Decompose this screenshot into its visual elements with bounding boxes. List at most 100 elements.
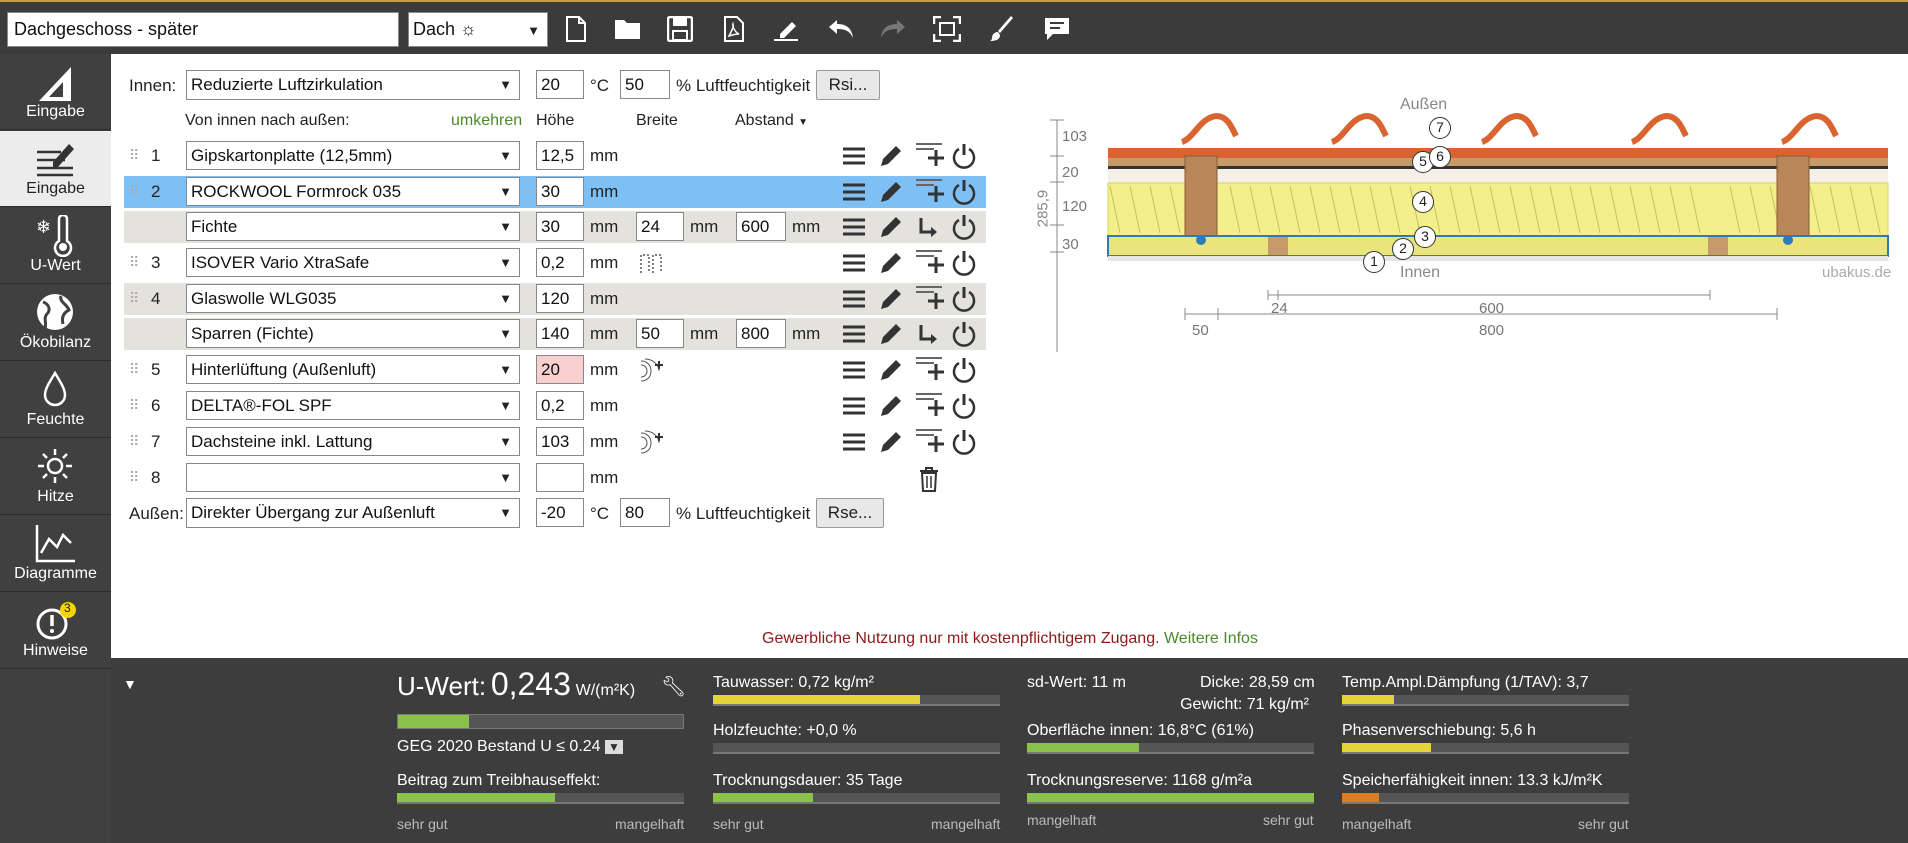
- project-title-input[interactable]: Dachgeschoss - später: [7, 12, 399, 47]
- add-layer-icon[interactable]: [914, 141, 944, 169]
- layer-height-input[interactable]: 20: [536, 355, 584, 384]
- inner-humidity-input[interactable]: 50: [620, 70, 670, 99]
- nav-item-u-wert[interactable]: ❄ U-Wert: [0, 208, 111, 284]
- reverse-link[interactable]: umkehren: [451, 112, 522, 130]
- edit-pencil-icon[interactable]: [878, 429, 902, 455]
- brush-icon[interactable]: [987, 14, 1017, 44]
- menu-icon[interactable]: [842, 287, 866, 311]
- more-info-link[interactable]: Weitere Infos: [1164, 630, 1258, 647]
- comment-icon[interactable]: [1042, 14, 1072, 44]
- wood-pattern-add-icon[interactable]: [639, 429, 667, 455]
- add-layer-icon[interactable]: [914, 177, 944, 205]
- add-layer-icon[interactable]: [914, 427, 944, 455]
- menu-icon[interactable]: [842, 180, 866, 204]
- layer-width-input[interactable]: 24: [636, 212, 684, 241]
- save-icon[interactable]: [665, 14, 695, 44]
- drag-handle-icon[interactable]: ⠿: [129, 361, 139, 378]
- power-icon[interactable]: [951, 250, 977, 276]
- menu-icon[interactable]: [842, 251, 866, 275]
- rse-button[interactable]: Rse...: [816, 498, 884, 528]
- drag-handle-icon[interactable]: ⠿: [129, 397, 139, 414]
- layer-material-select[interactable]: ROCKWOOL Formrock 035 ▼: [186, 177, 520, 206]
- nav-item-feuchte[interactable]: Feuchte: [0, 362, 111, 438]
- menu-icon[interactable]: [842, 215, 866, 239]
- layer-material-select[interactable]: ▼: [186, 463, 520, 492]
- drag-handle-icon[interactable]: ⠿: [129, 290, 139, 307]
- power-icon[interactable]: [951, 321, 977, 347]
- outer-conditions-select[interactable]: Direkter Übergang zur Außenluft ▼: [186, 498, 520, 528]
- drag-handle-icon[interactable]: ⠿: [129, 254, 139, 271]
- layer-row[interactable]: Sparren (Fichte) ▼ 140 mm 50 mm 800 mm: [124, 318, 986, 350]
- undo-icon[interactable]: [826, 14, 856, 44]
- power-icon[interactable]: [951, 429, 977, 455]
- inner-conditions-select[interactable]: Reduzierte Luftzirkulation ▼: [186, 70, 520, 100]
- layer-spacing-input[interactable]: 600: [736, 212, 786, 241]
- layer-row[interactable]: ⠿ 8 ▼ mm: [124, 462, 986, 494]
- layer-height-input[interactable]: 30: [536, 212, 584, 241]
- nav-item-oekobilanz[interactable]: Ökobilanz: [0, 285, 111, 361]
- layer-row[interactable]: ⠿ 3 ISOVER Vario XtraSafe ▼ 0,2 mm: [124, 247, 986, 279]
- power-icon[interactable]: [951, 214, 977, 240]
- outer-humidity-input[interactable]: 80: [620, 498, 670, 527]
- layer-height-input[interactable]: 12,5: [536, 141, 584, 170]
- layer-marker[interactable]: 1: [1363, 251, 1385, 273]
- add-layer-icon[interactable]: [914, 284, 944, 312]
- layer-height-input[interactable]: 120: [536, 284, 584, 313]
- pdf-icon[interactable]: [719, 14, 749, 44]
- edit-pencil-icon[interactable]: [878, 214, 902, 240]
- outer-temp-input[interactable]: -20: [536, 498, 584, 527]
- add-layer-icon[interactable]: [914, 355, 944, 383]
- rotate-icon[interactable]: [915, 321, 941, 347]
- menu-icon[interactable]: [842, 358, 866, 382]
- nav-item-hitze[interactable]: Hitze: [0, 439, 111, 515]
- layer-marker[interactable]: 2: [1392, 238, 1414, 260]
- geg-requirement[interactable]: GEG 2020 Bestand U ≤ 0.24 ▼: [397, 738, 623, 756]
- power-icon[interactable]: [951, 286, 977, 312]
- edit-pencil-icon[interactable]: [878, 179, 902, 205]
- edit-pencil-icon[interactable]: [878, 286, 902, 312]
- layer-marker[interactable]: 3: [1414, 226, 1436, 248]
- construction-type-select[interactable]: Dach ☼ ▼: [408, 12, 548, 47]
- redo-icon[interactable]: [878, 14, 908, 44]
- edit-pencil-icon[interactable]: [878, 321, 902, 347]
- menu-icon[interactable]: [842, 394, 866, 418]
- nav-item-eingabe[interactable]: Eingabe: [0, 131, 111, 207]
- power-icon[interactable]: [951, 179, 977, 205]
- menu-icon[interactable]: [842, 430, 866, 454]
- layer-material-select[interactable]: Glaswolle WLG035 ▼: [186, 284, 520, 313]
- vapor-barrier-icon[interactable]: [639, 251, 667, 275]
- layer-row[interactable]: ⠿ 5 Hinterlüftung (Außenluft) ▼ 20 mm: [124, 354, 986, 386]
- power-icon[interactable]: [951, 393, 977, 419]
- inner-temp-input[interactable]: 20: [536, 70, 584, 99]
- drag-handle-icon[interactable]: ⠿: [129, 433, 139, 450]
- layer-height-input[interactable]: 103: [536, 427, 584, 456]
- layer-height-input[interactable]: 30: [536, 177, 584, 206]
- wood-pattern-add-icon[interactable]: [639, 357, 667, 383]
- nav-item-hinweise[interactable]: 3 Hinweise: [0, 593, 111, 669]
- nav-item-eingabe-ruler[interactable]: Eingabe: [0, 54, 111, 130]
- menu-icon[interactable]: [842, 144, 866, 168]
- layer-marker[interactable]: 7: [1429, 117, 1451, 139]
- layer-material-select[interactable]: Sparren (Fichte) ▼: [186, 319, 520, 348]
- edit-pencil-icon[interactable]: [878, 143, 902, 169]
- layer-material-select[interactable]: Dachsteine inkl. Lattung ▼: [186, 427, 520, 456]
- nav-item-diagramme[interactable]: Diagramme: [0, 516, 111, 592]
- layer-height-input[interactable]: 140: [536, 319, 584, 348]
- power-icon[interactable]: [951, 357, 977, 383]
- layer-height-input[interactable]: [536, 463, 584, 492]
- rotate-icon[interactable]: [915, 214, 941, 240]
- layer-marker[interactable]: 4: [1412, 191, 1434, 213]
- open-folder-icon[interactable]: [613, 14, 643, 44]
- layer-material-select[interactable]: ISOVER Vario XtraSafe ▼: [186, 248, 520, 277]
- layer-height-input[interactable]: 0,2: [536, 391, 584, 420]
- layer-height-input[interactable]: 0,2: [536, 248, 584, 277]
- layer-material-select[interactable]: Fichte ▼: [186, 212, 520, 241]
- column-spacing[interactable]: Abstand ▼: [735, 112, 808, 130]
- drag-handle-icon[interactable]: ⠿: [129, 469, 139, 486]
- add-layer-icon[interactable]: [914, 391, 944, 419]
- new-document-icon[interactable]: [561, 14, 591, 44]
- drag-handle-icon[interactable]: ⠿: [129, 147, 139, 164]
- power-icon[interactable]: [951, 143, 977, 169]
- edit-pencil-icon[interactable]: [878, 357, 902, 383]
- layer-material-select[interactable]: Hinterlüftung (Außenluft) ▼: [186, 355, 520, 384]
